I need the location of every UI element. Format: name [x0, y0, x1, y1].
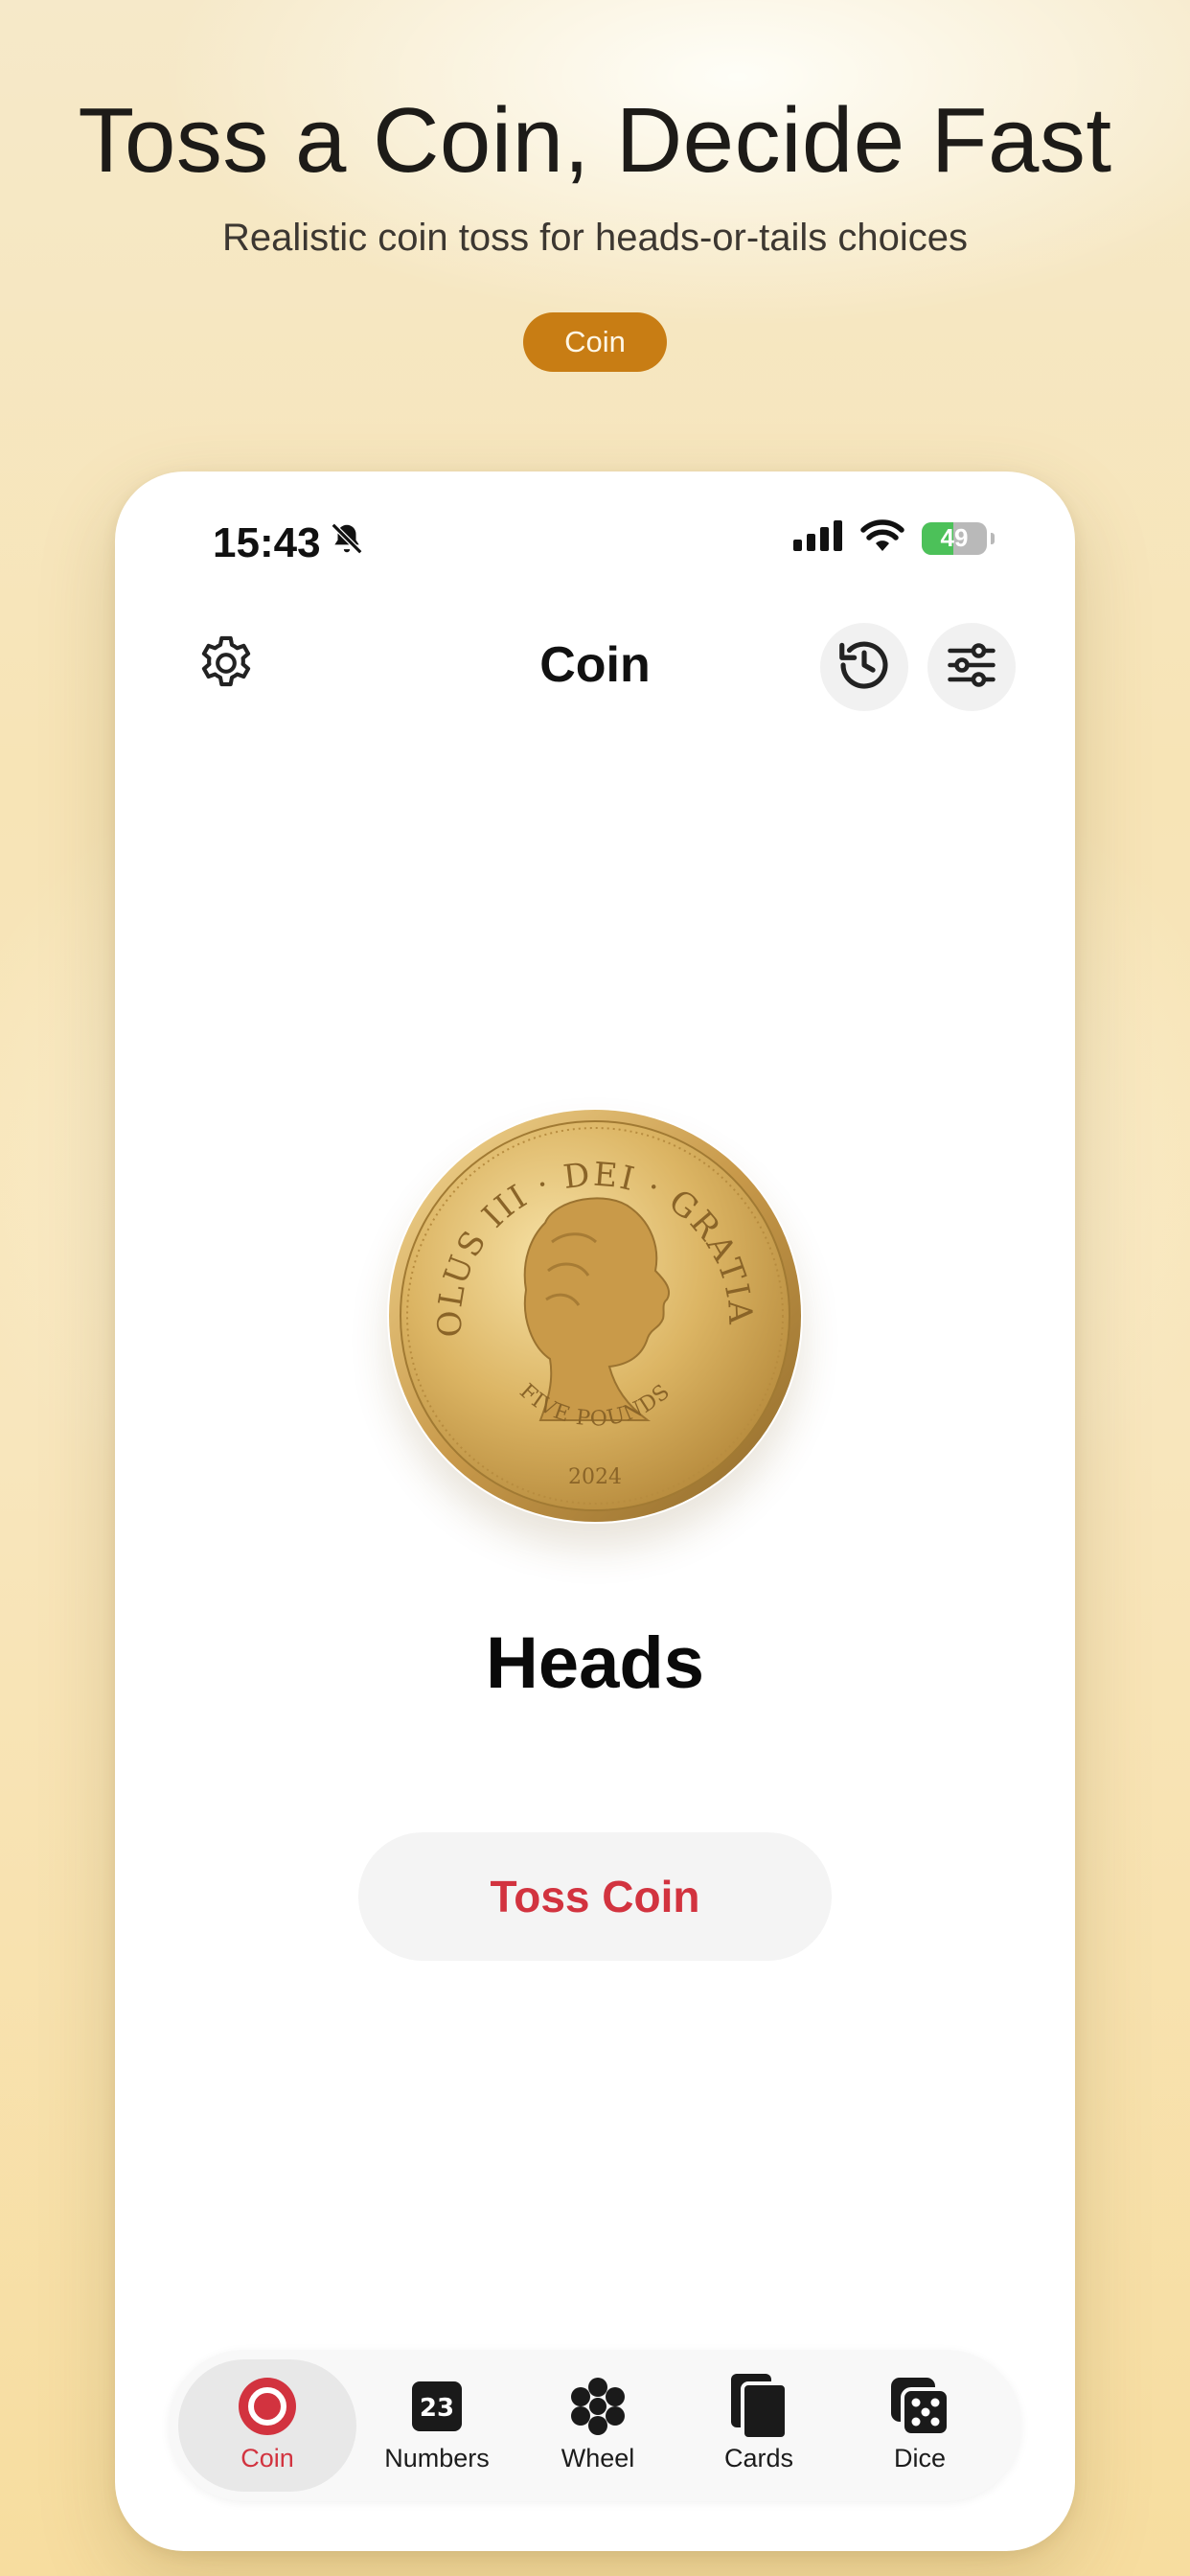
history-icon	[835, 635, 894, 700]
bell-slash-icon	[329, 519, 365, 567]
cellular-signal-icon	[793, 520, 843, 556]
hero-title: Toss a Coin, Decide Fast	[78, 89, 1112, 192]
wheel-icon	[567, 2375, 629, 2438]
hero-subtitle: Realistic coin toss for heads-or-tails c…	[221, 217, 969, 259]
filters-button[interactable]	[927, 623, 1016, 711]
phone-screen: 15:43 49 Coin OLUS III · DEI · GRATIA FI…	[115, 472, 1075, 2551]
coin-image[interactable]: CAROLUS III · DEI · GRATIA REX FIVE POUN…	[374, 1078, 803, 1524]
history-button[interactable]	[820, 623, 908, 711]
tab-cards[interactable]: Cards	[678, 2359, 839, 2492]
tab-coin[interactable]: Coin	[178, 2359, 356, 2492]
tab-label-coin: Coin	[240, 2444, 294, 2472]
coin-icon	[238, 2375, 297, 2438]
status-time-group: 15:43	[213, 519, 365, 567]
tab-label-wheel: Wheel	[561, 2444, 635, 2472]
wifi-icon	[860, 519, 904, 557]
status-time: 15:43	[213, 519, 321, 566]
tab-dice[interactable]: Dice	[839, 2359, 1000, 2492]
tab-label-dice: Dice	[893, 2444, 946, 2472]
numbers-icon-badge: 23	[420, 2394, 454, 2423]
tab-label-cards: Cards	[723, 2444, 794, 2472]
bottom-tab-bar: Coin 23 Numbers Wheel Cards Dice	[169, 2350, 1021, 2501]
hero-category-pill: Coin	[523, 312, 667, 372]
toss-result: Heads	[485, 1622, 705, 1704]
battery-cap	[991, 532, 995, 544]
toss-coin-button[interactable]: Toss Coin	[358, 1832, 832, 1961]
numbers-icon: 23	[410, 2375, 464, 2438]
coin-year: 2024	[568, 1465, 622, 1489]
cards-icon	[729, 2374, 789, 2441]
battery-charging-icon: 49	[922, 521, 987, 555]
dice-icon	[889, 2375, 950, 2438]
tab-numbers[interactable]: 23 Numbers	[356, 2359, 517, 2492]
status-indicators: 49	[793, 519, 995, 557]
sliders-icon	[943, 636, 1000, 699]
battery-percent: 49	[940, 523, 969, 552]
tab-wheel[interactable]: Wheel	[517, 2359, 678, 2492]
tab-label-numbers: Numbers	[384, 2444, 490, 2472]
